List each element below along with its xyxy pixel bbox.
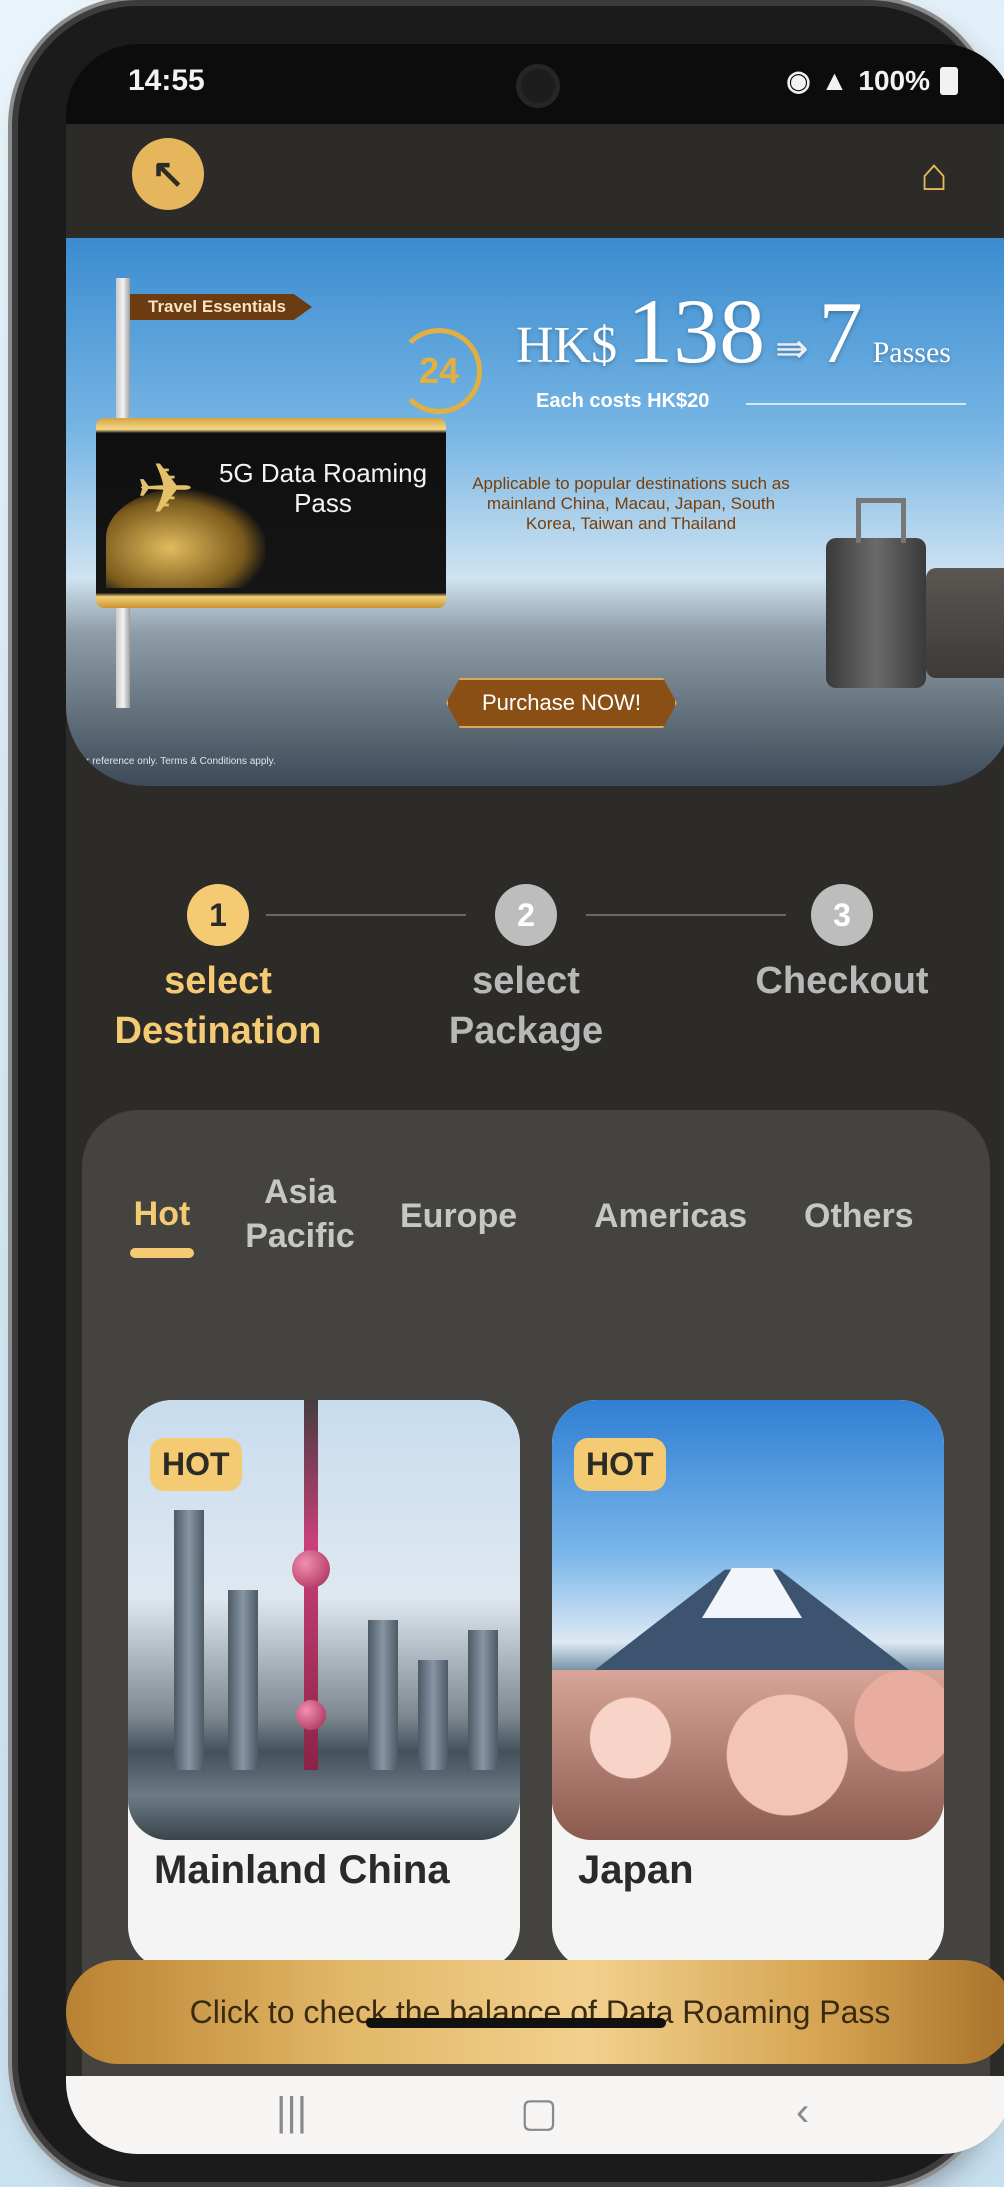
battery-icon xyxy=(940,66,958,95)
purchase-now-button[interactable]: Purchase NOW! xyxy=(446,678,677,728)
suitcase-graphic xyxy=(826,498,926,688)
nav-home-icon[interactable]: ▢ xyxy=(520,2090,558,2136)
tower-sphere xyxy=(292,1550,330,1588)
hours-badge: 24 xyxy=(396,328,482,414)
skyscraper xyxy=(418,1660,448,1770)
step-label: Checkout xyxy=(755,960,929,1002)
cherry-blossoms xyxy=(552,1670,944,1840)
travel-essentials-tag: Travel Essentials xyxy=(130,294,312,320)
nav-back-icon[interactable]: ‹ xyxy=(796,2090,809,2135)
plane-icon: ✈ xyxy=(136,450,195,528)
tab-europe[interactable]: Europe xyxy=(400,1194,517,1238)
recent-apps-icon[interactable]: ||| xyxy=(276,2090,307,2135)
terms-note: s for reference only. Terms & Conditions… xyxy=(70,756,276,767)
system-nav-bar: ||| ▢ ‹ xyxy=(66,2076,1004,2154)
passes-label: Passes xyxy=(872,336,951,369)
price-currency: HK$ xyxy=(516,317,618,374)
snow-cap xyxy=(702,1568,802,1618)
step-number: 1 xyxy=(187,884,249,946)
step-1: 1 select Destination xyxy=(98,884,338,1056)
status-time: 14:55 xyxy=(128,64,205,97)
arrow-right-icon: ⇛ xyxy=(775,326,809,371)
hot-badge: HOT xyxy=(574,1438,666,1491)
tab-underline xyxy=(130,1248,194,1258)
price-value: 138 xyxy=(627,280,766,382)
step-2: 2 select Package xyxy=(406,884,646,1056)
tab-asia-pacific[interactable]: Asia Pacific xyxy=(230,1170,370,1258)
tab-label: Hot xyxy=(133,1195,191,1233)
roaming-pass-card: ✈ 5G Data Roaming Pass xyxy=(96,418,446,608)
destination-name: Japan xyxy=(578,1848,694,1892)
skyscraper xyxy=(228,1590,258,1770)
promo-banner[interactable]: Travel Essentials 24 HK$ 138 ⇛ 7 Passes … xyxy=(66,238,1004,786)
step-label: select Destination xyxy=(114,960,322,1052)
arrow-up-left-icon[interactable]: ↖ xyxy=(132,138,204,210)
tab-americas[interactable]: Americas xyxy=(594,1194,747,1238)
status-icons: ◉ ▲ 100% xyxy=(786,64,958,97)
hot-badge: HOT xyxy=(150,1438,242,1491)
signal-icon: ▲ xyxy=(820,64,849,96)
step-number: 3 xyxy=(811,884,873,946)
each-costs: Each costs HK$20 xyxy=(536,390,710,412)
battery-percent: 100% xyxy=(858,64,930,96)
screen: 14:55 ◉ ▲ 100% ↖ ⌂ Travel Essentials 24 … xyxy=(66,44,1004,2154)
skyscraper xyxy=(368,1620,398,1770)
region-tabs: Hot Asia Pacific Europe Americas Others xyxy=(82,1170,990,1280)
step-number: 2 xyxy=(495,884,557,946)
tab-others[interactable]: Others xyxy=(804,1194,984,1238)
card-text: 5G Data Roaming Pass xyxy=(218,458,428,518)
status-bar: 14:55 ◉ ▲ 100% xyxy=(66,44,1004,124)
hours-number: 24 xyxy=(418,350,460,391)
home-icon[interactable]: ⌂ xyxy=(904,144,964,204)
step-label: select Package xyxy=(448,960,604,1052)
check-balance-button[interactable]: Click to check the balance of Data Roami… xyxy=(66,1960,1004,2064)
destination-name: Mainland China xyxy=(154,1848,450,1892)
front-camera xyxy=(516,64,560,108)
divider xyxy=(746,403,966,405)
skyscraper xyxy=(174,1510,204,1770)
top-bar: ↖ ⌂ xyxy=(66,124,1004,214)
applicable-text: Applicable to popular destinations such … xyxy=(472,474,790,533)
destination-card-japan[interactable]: HOT Japan xyxy=(552,1400,944,1970)
phone-frame: 14:55 ◉ ▲ 100% ↖ ⌂ Travel Essentials 24 … xyxy=(18,6,1004,2182)
skyscraper xyxy=(468,1630,498,1770)
tab-hot[interactable]: Hot xyxy=(130,1192,194,1258)
progress-steps: 1 select Destination 2 select Package 3 … xyxy=(66,884,1004,1052)
price-display: HK$ 138 ⇛ 7 Passes xyxy=(516,278,951,384)
hotspot-icon: ◉ xyxy=(786,65,811,96)
tower-sphere xyxy=(296,1700,326,1730)
destination-card-mainland-china[interactable]: HOT Mainland China xyxy=(128,1400,520,1970)
home-indicator xyxy=(366,2018,666,2028)
sofa-graphic xyxy=(926,568,1004,678)
step-3: 3 Checkout xyxy=(722,884,962,1006)
passes-number: 7 xyxy=(818,285,863,382)
